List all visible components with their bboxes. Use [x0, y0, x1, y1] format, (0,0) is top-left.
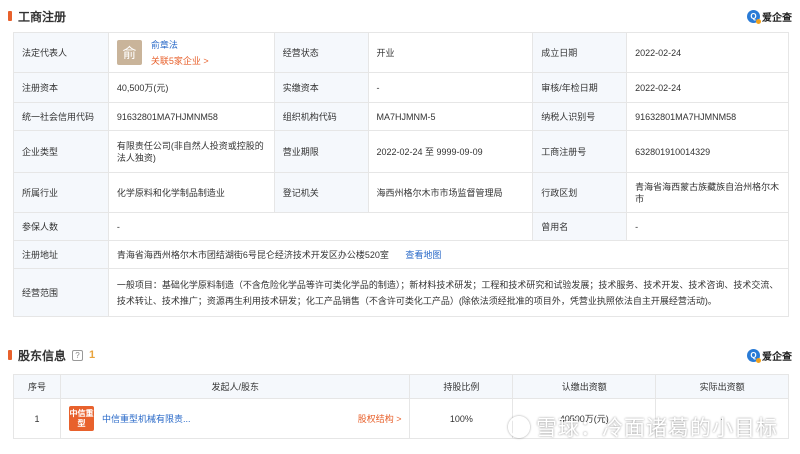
holder-cell: 中信重型 中信重型机械有限责... 股权结构 >	[59, 398, 411, 439]
table-row: 企业类型 有限责任公司(非自然人投资或控股的法人独资) 营业期限 2022-02…	[13, 130, 789, 173]
term-value: 2022-02-24 至 9999-09-09	[367, 130, 534, 173]
equity-structure-link[interactable]: 股权结构 >	[358, 412, 402, 425]
org-code-value: MA7HJMNM-5	[367, 102, 534, 131]
type-value: 有限责任公司(非自然人投资或控股的法人独资)	[107, 130, 275, 173]
legal-rep-cell: 俞 俞章法 关联5家企业 >	[107, 32, 275, 73]
table-row: 参保人数 - 曾用名 -	[13, 212, 789, 241]
approval-value: 2022-02-24	[626, 72, 789, 103]
view-map-link[interactable]: 查看地图	[405, 250, 441, 260]
legal-rep-name-link[interactable]: 俞章法	[151, 38, 209, 51]
table-header-row: 序号 发起人/股东 持股比例 认缴出资额 实际出资额	[13, 374, 789, 399]
col-header-actual: 实际出资额	[655, 374, 789, 399]
status-value: 开业	[367, 32, 534, 73]
table-row: 所属行业 化学原料和化学制品制造业 登记机关 海西州格尔木市市场监督管理局 行政…	[13, 172, 789, 213]
shareholders-header: 股东信息 ? 1 Q 爱企查	[8, 345, 792, 365]
insured-label: 参保人数	[13, 212, 109, 241]
aiqicha-brand[interactable]: Q 爱企查	[747, 348, 792, 363]
table-row: 注册资本 40,500万(元) 实缴资本 - 审核/年检日期 2022-02-2…	[13, 72, 789, 103]
table-row: 经营范围 一般项目：基础化学原料制造（不含危险化学品等许可类化学品的制造）；新材…	[13, 268, 790, 317]
taxpayer-value: 91632801MA7HJMNM58	[626, 102, 789, 131]
former-name-label: 曾用名	[532, 212, 628, 241]
credit-code-label: 统一社会信用代码	[13, 102, 109, 131]
holding-ratio: 100%	[409, 398, 514, 439]
brand-label: 爱企查	[762, 13, 792, 24]
xueqiu-logo-icon	[508, 416, 530, 438]
scope-label: 经营范围	[13, 268, 109, 317]
shareholder-count: 1	[89, 349, 96, 361]
table-row: 统一社会信用代码 91632801MA7HJMNM58 组织机构代码 MA7HJ…	[13, 102, 789, 131]
industry-label: 所属行业	[13, 172, 109, 213]
status-label: 经营状态	[273, 32, 369, 73]
capital-label: 注册资本	[13, 72, 109, 103]
table-row: 法定代表人 俞 俞章法 关联5家企业 > 经营状态 开业 成立日期 2022-0…	[13, 32, 789, 73]
address-cell: 青海省海西州格尔木市团结湖街6号昆仑经济技术开发区办公楼520室 查看地图	[107, 240, 790, 269]
address-value: 青海省海西州格尔木市团结湖街6号昆仑经济技术开发区办公楼520室	[116, 250, 389, 260]
xueqiu-watermark: 雪球：冷面诸葛的小目标	[508, 412, 778, 442]
industry-value: 化学原料和化学制品制造业	[107, 172, 275, 213]
approval-label: 审核/年检日期	[532, 72, 628, 103]
aiqicha-logo-icon: Q	[747, 10, 761, 24]
insured-value: -	[107, 212, 534, 241]
col-header-index: 序号	[13, 374, 61, 399]
region-label: 行政区划	[532, 172, 628, 213]
reg-no-label: 工商注册号	[532, 130, 628, 173]
org-code-label: 组织机构代码	[273, 102, 369, 131]
section-marker	[8, 11, 12, 21]
watermark-text: 雪球：冷面诸葛的小目标	[536, 417, 778, 440]
col-header-ratio: 持股比例	[409, 374, 514, 399]
reg-no-value: 632801910014329	[626, 130, 789, 173]
founded-value: 2022-02-24	[626, 32, 789, 73]
registration-title: 工商注册	[18, 9, 67, 24]
registration-header: 工商注册 Q 爱企查	[8, 6, 792, 26]
capital-value: 40,500万(元)	[107, 72, 275, 103]
help-icon[interactable]: ?	[72, 349, 84, 361]
former-name-value: -	[626, 212, 789, 241]
brand-label: 爱企查	[762, 352, 792, 363]
col-header-subscribed: 认缴出资额	[512, 374, 657, 399]
table-row: 注册地址 青海省海西州格尔木市团结湖街6号昆仑经济技术开发区办公楼520室 查看…	[13, 240, 790, 269]
row-index: 1	[13, 398, 61, 439]
region-value: 青海省海西蒙古族藏族自治州格尔木市	[626, 172, 789, 213]
authority-value: 海西州格尔木市市场监督管理局	[367, 172, 534, 213]
legal-rep-avatar[interactable]: 俞	[116, 40, 142, 65]
registration-table: 法定代表人 俞 俞章法 关联5家企业 > 经营状态 开业 成立日期 2022-0…	[13, 32, 790, 317]
col-header-holder: 发起人/股东	[59, 374, 411, 399]
holder-name-link[interactable]: 中信重型机械有限责...	[102, 412, 358, 425]
paid-capital-label: 实缴资本	[273, 72, 369, 103]
type-label: 企业类型	[13, 130, 109, 173]
aiqicha-brand[interactable]: Q 爱企查	[747, 9, 792, 24]
related-companies-link[interactable]: 关联5家企业 >	[151, 54, 209, 67]
legal-rep-label: 法定代表人	[13, 32, 109, 73]
credit-code-value: 91632801MA7HJMNM58	[107, 102, 275, 131]
paid-capital-value: -	[367, 72, 534, 103]
address-label: 注册地址	[13, 240, 109, 269]
section-marker	[8, 350, 12, 360]
shareholders-title: 股东信息	[18, 348, 67, 363]
taxpayer-label: 纳税人识别号	[532, 102, 628, 131]
founded-label: 成立日期	[532, 32, 628, 73]
term-label: 营业期限	[273, 130, 369, 173]
authority-label: 登记机关	[273, 172, 369, 213]
scope-value: 一般项目：基础化学原料制造（不含危险化学品等许可类化学品的制造）；新材料技术研发…	[107, 268, 790, 317]
holder-logo[interactable]: 中信重型	[68, 406, 94, 431]
aiqicha-logo-icon: Q	[747, 349, 761, 363]
